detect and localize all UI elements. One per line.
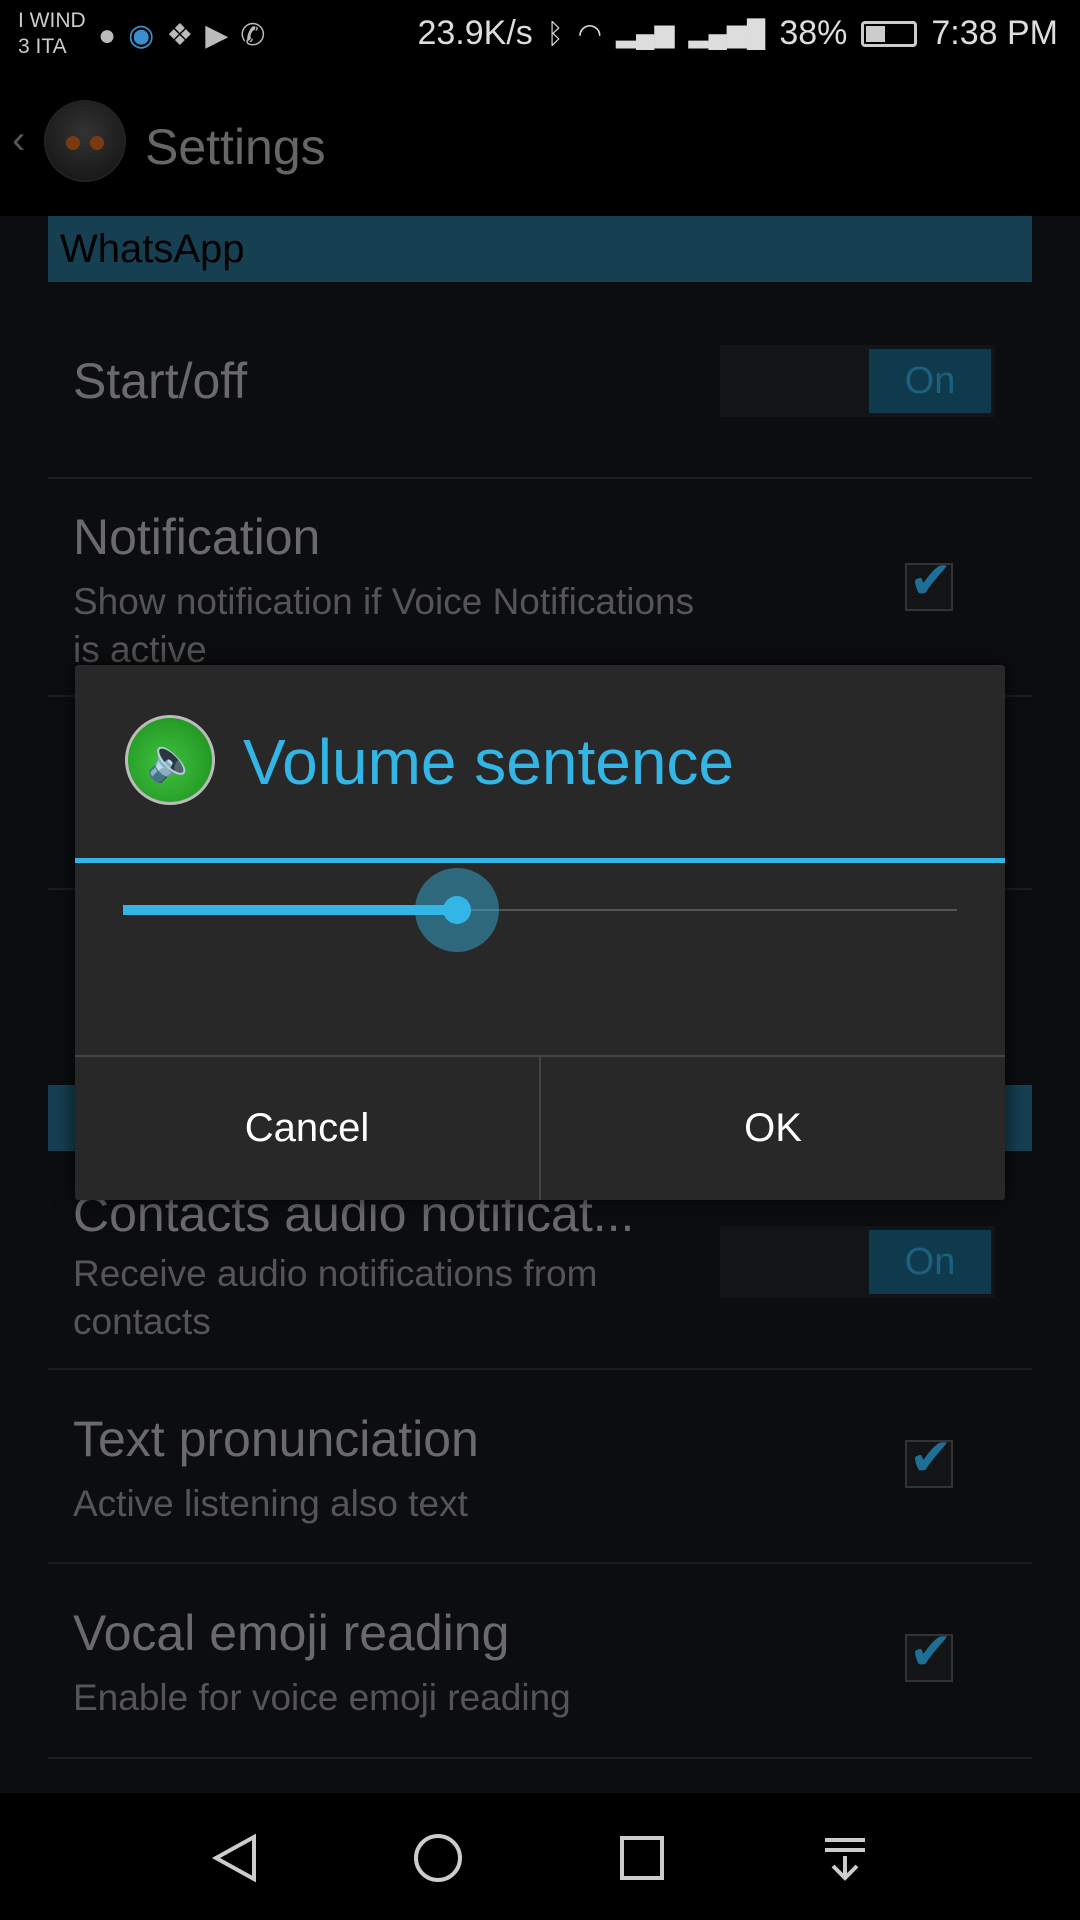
bluetooth-icon: ᛒ bbox=[546, 17, 564, 49]
text-pronunciation-checkbox[interactable]: ✔ bbox=[905, 1429, 953, 1488]
carrier-1: I WIND bbox=[18, 9, 86, 32]
divider bbox=[48, 1757, 1032, 1759]
title-divider bbox=[75, 858, 1005, 863]
carrier-2: 3 ITA bbox=[18, 35, 67, 58]
notification-icons: ●◉❖▶✆ bbox=[98, 18, 277, 53]
check-icon: ✔ bbox=[909, 1429, 953, 1487]
section-header-whatsapp: WhatsApp bbox=[48, 216, 1032, 282]
divider bbox=[48, 477, 1032, 479]
divider bbox=[48, 1562, 1032, 1564]
notification-title: Notification bbox=[73, 509, 321, 565]
recents-icon[interactable] bbox=[607, 1823, 677, 1893]
dialog-buttons: Cancel OK bbox=[75, 1055, 1005, 1200]
sub-line: Show notification if Voice Notifications bbox=[73, 581, 695, 622]
check-icon: ✔ bbox=[909, 1623, 953, 1681]
notification-subtitle: Show notification if Voice Notifications… bbox=[73, 578, 694, 674]
clock: 7:38 PM bbox=[931, 14, 1058, 52]
back-icon[interactable] bbox=[200, 1823, 270, 1893]
vocal-emoji-title: Vocal emoji reading bbox=[73, 1605, 510, 1661]
net-speed: 23.9K/s bbox=[417, 14, 533, 52]
volume-slider-thumb[interactable] bbox=[414, 868, 499, 952]
sub-line: contacts bbox=[73, 1301, 211, 1342]
carrier-label: I WIND 3 ITA bbox=[18, 8, 86, 60]
vocal-emoji-subtitle: Enable for voice emoji reading bbox=[73, 1677, 571, 1718]
signal-icon-2: ▂▄▆█ bbox=[688, 18, 766, 48]
home-icon[interactable] bbox=[403, 1823, 473, 1893]
notification-pulldown-icon[interactable] bbox=[810, 1823, 880, 1893]
start-off-toggle[interactable]: On bbox=[720, 345, 995, 417]
contacts-audio-toggle[interactable]: On bbox=[720, 1226, 995, 1298]
app-logo[interactable] bbox=[44, 100, 126, 182]
divider bbox=[48, 1368, 1032, 1370]
nav-bar bbox=[0, 1793, 1080, 1920]
volume-slider-fill bbox=[123, 905, 457, 915]
status-bar: I WIND 3 ITA ●◉❖▶✆ 23.9K/s ᛒ ◠ ▂▄▆ ▂▄▆█ 3… bbox=[0, 0, 1080, 72]
bluetooth-app-icon: ◉ bbox=[128, 19, 167, 52]
ok-button[interactable]: OK bbox=[539, 1057, 1005, 1200]
sub-line: Receive audio notifications from bbox=[73, 1253, 598, 1294]
page-title: Settings bbox=[145, 119, 326, 175]
notification-checkbox[interactable]: ✔ bbox=[905, 552, 953, 611]
battery-percent: 38% bbox=[779, 14, 848, 52]
dropbox-icon: ❖ bbox=[166, 19, 206, 52]
text-pronunciation-title: Text pronunciation bbox=[73, 1411, 479, 1467]
gorilla-app-icon: ● bbox=[98, 19, 129, 52]
contacts-audio-subtitle: Receive audio notifications from contacts bbox=[73, 1250, 597, 1346]
toggle-label: On bbox=[869, 1230, 991, 1294]
play-store-icon: ▶ bbox=[205, 19, 241, 52]
back-chevron-icon[interactable]: ‹ bbox=[12, 118, 25, 163]
whatsapp-icon: ✆ bbox=[240, 19, 278, 52]
battery-icon bbox=[861, 20, 918, 47]
check-icon: ✔ bbox=[909, 552, 953, 610]
speaker-icon: 🔈 bbox=[125, 715, 215, 805]
status-right: 23.9K/s ᛒ ◠ ▂▄▆ ▂▄▆█ 38% 7:38 PM bbox=[417, 14, 1058, 53]
text-pronunciation-subtitle: Active listening also text bbox=[73, 1483, 468, 1524]
cancel-button[interactable]: Cancel bbox=[75, 1057, 539, 1200]
vocal-emoji-checkbox[interactable]: ✔ bbox=[905, 1623, 953, 1682]
signal-icon: ▂▄▆ bbox=[616, 18, 675, 48]
wifi-icon: ◠ bbox=[577, 18, 603, 49]
start-off-title: Start/off bbox=[73, 353, 248, 409]
toggle-label: On bbox=[869, 349, 991, 413]
volume-dialog: 🔈 Volume sentence Cancel OK bbox=[75, 665, 1005, 1200]
dialog-title: Volume sentence bbox=[243, 726, 734, 798]
